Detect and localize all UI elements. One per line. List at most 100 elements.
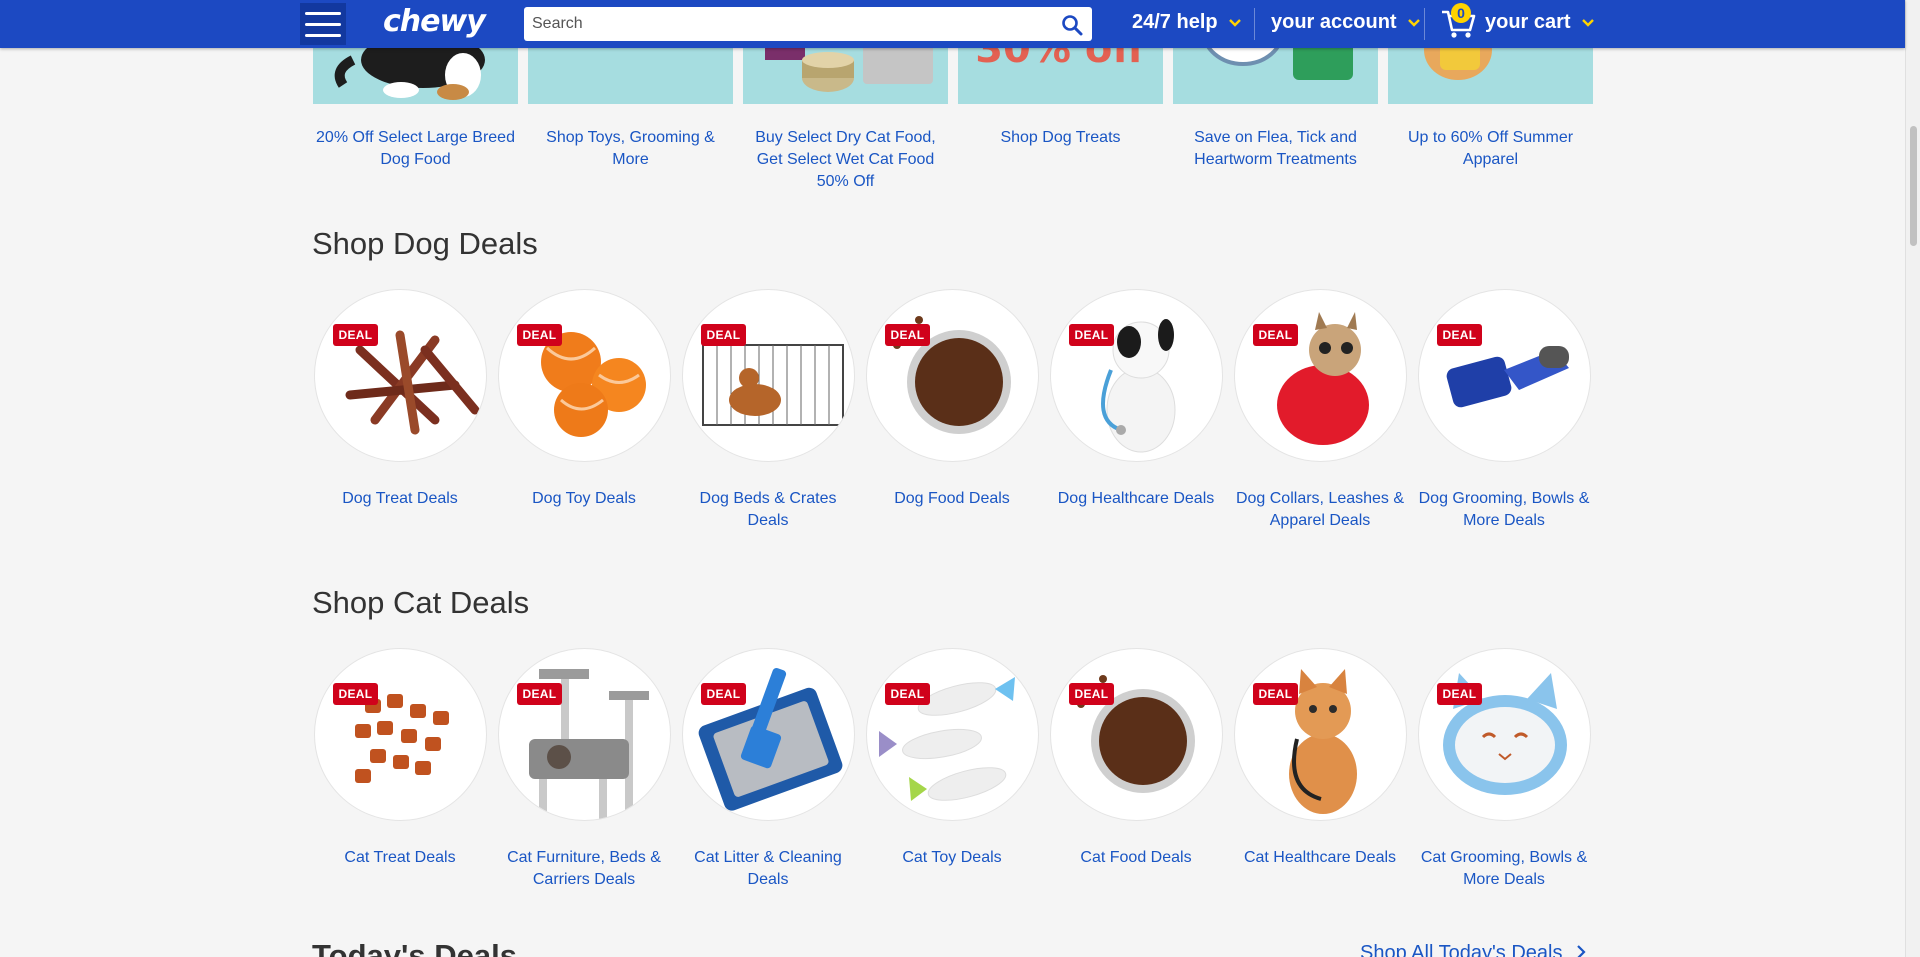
deal-image: DEAL xyxy=(1049,648,1223,821)
deal-badge: DEAL xyxy=(332,324,379,346)
promo-label: Buy Select Dry Cat Food, Get Select Wet … xyxy=(755,129,936,190)
dog-vet-image xyxy=(1100,319,1175,453)
page-scrollbar[interactable] xyxy=(1905,0,1920,957)
deal-badge: DEAL xyxy=(516,324,563,346)
deal-item[interactable]: DEAL Cat Healthcare Deals xyxy=(1232,648,1408,869)
promo-label: 20% Off Select Large Breed Dog Food xyxy=(316,129,515,168)
deal-label: Cat Toy Deals xyxy=(902,849,1002,866)
menu-icon-bar xyxy=(305,22,341,26)
shop-all-todays-deals-link[interactable]: Shop All Today's Deals xyxy=(1360,942,1586,957)
deal-item[interactable]: DEAL Dog Collars, Leashes & Apparel Deal… xyxy=(1232,289,1408,532)
chewy-logo[interactable]: chewy xyxy=(383,4,486,39)
scrollbar-thumb[interactable] xyxy=(1910,126,1917,246)
search-box xyxy=(524,7,1092,41)
shop-all-label: Shop All Today's Deals xyxy=(1360,942,1563,957)
chevron-down-icon xyxy=(1408,18,1420,27)
deal-item[interactable]: DEAL Dog Toy Deals xyxy=(496,289,672,510)
deal-image: DEAL xyxy=(497,289,671,462)
bully-sticks-image xyxy=(345,330,479,435)
deal-label: Cat Food Deals xyxy=(1080,849,1192,866)
deal-badge: DEAL xyxy=(884,324,931,346)
menu-button[interactable] xyxy=(300,3,346,45)
deal-image: DEAL xyxy=(1417,289,1591,462)
cart-label: your cart xyxy=(1485,11,1571,33)
deal-image: DEAL xyxy=(865,648,1039,821)
deal-item[interactable]: DEAL Cat Treat Deals xyxy=(312,648,488,869)
deal-badge: DEAL xyxy=(516,683,563,705)
todays-deals-title: Today's Deals xyxy=(312,938,517,957)
cat-vet-image xyxy=(1288,669,1357,814)
chevron-down-icon xyxy=(1582,18,1595,27)
account-label: your account xyxy=(1271,11,1397,33)
deal-image: DEAL xyxy=(1233,648,1407,821)
promo-label: Up to 60% Off Summer Apparel xyxy=(1407,129,1574,168)
site-header: chewy 24/7 help your account 0 your cart xyxy=(0,0,1905,48)
cat-treats-image xyxy=(354,694,449,783)
deal-label: Dog Beds & Crates Deals xyxy=(699,490,837,529)
dog-apparel-image xyxy=(1276,312,1369,445)
fish-toys-image xyxy=(878,677,1015,801)
deal-image: DEAL xyxy=(681,648,855,821)
cart-count-badge: 0 xyxy=(1451,3,1471,23)
deal-item[interactable]: DEAL Dog Treat Deals xyxy=(312,289,488,510)
deal-label: Dog Toy Deals xyxy=(532,490,636,507)
deal-item[interactable]: DEAL Cat Furniture, Beds & Carriers Deal… xyxy=(496,648,672,891)
deal-badge: DEAL xyxy=(1252,683,1299,705)
cart-menu[interactable]: your cart xyxy=(1485,11,1595,34)
deal-badge: DEAL xyxy=(332,683,379,705)
deal-item[interactable]: DEAL Dog Food Deals xyxy=(864,289,1040,510)
chevron-right-icon xyxy=(1577,945,1586,957)
deal-label: Cat Grooming, Bowls & More Deals xyxy=(1420,849,1588,888)
deal-item[interactable]: DEAL Dog Beds & Crates Deals xyxy=(680,289,856,532)
deal-label: Dog Healthcare Deals xyxy=(1057,490,1215,507)
chevron-down-icon xyxy=(1229,18,1242,27)
deal-label: Dog Collars, Leashes & Apparel Deals xyxy=(1235,490,1405,529)
dog-crate-image xyxy=(701,344,844,426)
deal-badge: DEAL xyxy=(1436,683,1483,705)
deal-image: DEAL xyxy=(497,648,671,821)
account-menu[interactable]: your account xyxy=(1271,11,1420,34)
cat-bowl-image xyxy=(1442,673,1567,795)
deal-badge: DEAL xyxy=(700,683,747,705)
page: chewy 24/7 help your account 0 your cart xyxy=(0,0,1920,957)
menu-icon-bar xyxy=(305,11,341,15)
deal-label: Cat Litter & Cleaning Deals xyxy=(694,849,842,888)
deal-image: DEAL xyxy=(681,289,855,462)
deal-item[interactable]: DEAL Cat Grooming, Bowls & More Deals xyxy=(1416,648,1592,891)
promo-label: Save on Flea, Tick and Heartworm Treatme… xyxy=(1194,129,1357,168)
deal-image: DEAL xyxy=(313,289,487,462)
deal-item[interactable]: DEAL Cat Food Deals xyxy=(1048,648,1224,869)
deal-badge: DEAL xyxy=(1068,324,1115,346)
help-menu[interactable]: 24/7 help xyxy=(1132,11,1242,34)
help-label: 24/7 help xyxy=(1132,11,1218,33)
deal-badge: DEAL xyxy=(1252,324,1299,346)
cat-food-bowl-image xyxy=(1076,675,1195,793)
search-icon[interactable] xyxy=(1060,13,1084,37)
deal-item[interactable]: DEAL Dog Grooming, Bowls & More Deals xyxy=(1416,289,1592,532)
deshedding-tool-image xyxy=(1446,346,1569,408)
cat-tree-image xyxy=(528,669,649,820)
cat-deals-title: Shop Cat Deals xyxy=(312,585,530,620)
menu-icon-bar xyxy=(305,33,341,37)
deal-badge: DEAL xyxy=(1436,324,1483,346)
deal-badge: DEAL xyxy=(700,324,747,346)
deal-item[interactable]: DEAL Cat Toy Deals xyxy=(864,648,1040,869)
deal-image: DEAL xyxy=(1049,289,1223,462)
deal-label: Dog Treat Deals xyxy=(342,490,458,507)
deal-image: DEAL xyxy=(1233,289,1407,462)
deal-image: DEAL xyxy=(313,648,487,821)
litter-box-image xyxy=(698,667,842,811)
deal-badge: DEAL xyxy=(884,683,931,705)
deal-label: Dog Grooming, Bowls & More Deals xyxy=(1418,490,1590,529)
deal-item[interactable]: DEAL Cat Litter & Cleaning Deals xyxy=(680,648,856,891)
deal-image: DEAL xyxy=(865,289,1039,462)
deal-label: Dog Food Deals xyxy=(894,490,1010,507)
dog-deals-title: Shop Dog Deals xyxy=(312,226,538,261)
search-input[interactable] xyxy=(524,7,1044,41)
deal-label: Cat Treat Deals xyxy=(344,849,456,866)
deal-badge: DEAL xyxy=(1068,683,1115,705)
promo-label: Shop Toys, Grooming & More xyxy=(546,129,715,168)
deal-item[interactable]: DEAL Dog Healthcare Deals xyxy=(1048,289,1224,510)
tennis-balls-image xyxy=(540,332,646,437)
promo-label: Shop Dog Treats xyxy=(1000,129,1121,146)
